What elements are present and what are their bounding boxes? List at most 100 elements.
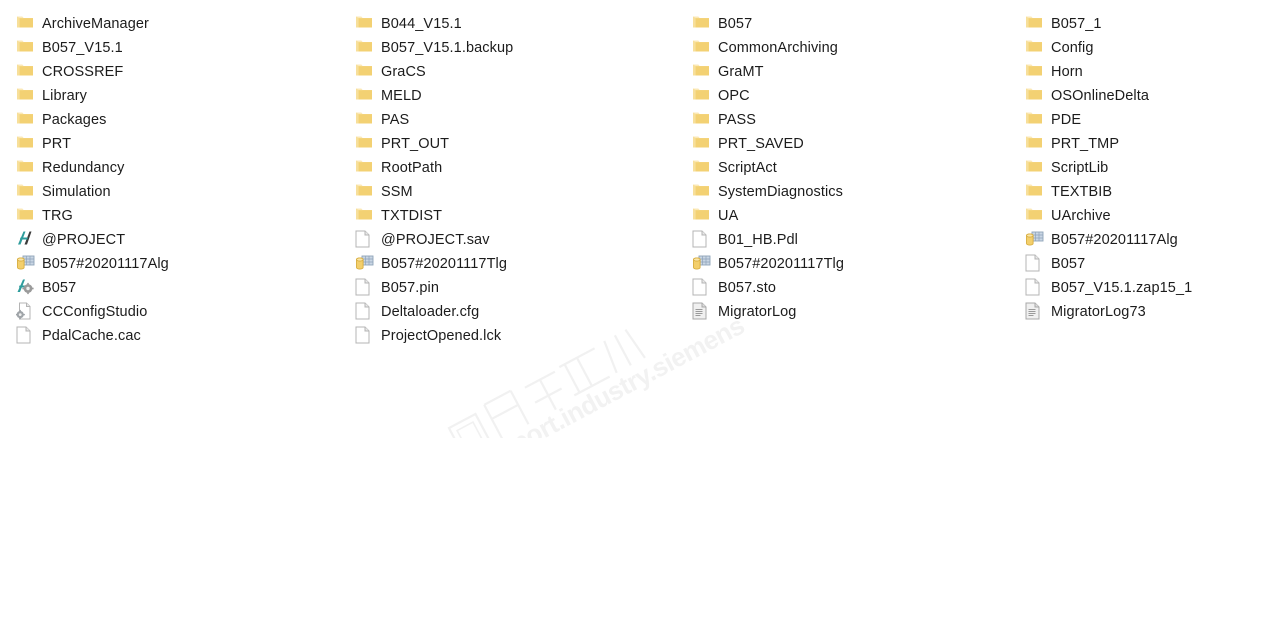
folder-list-item[interactable]: GraMT xyxy=(692,60,1022,84)
folder-icon xyxy=(692,14,710,34)
file-item-label: OPC xyxy=(718,88,750,104)
folder-list-item[interactable]: PDE xyxy=(1025,108,1275,132)
folder-list-item[interactable]: MELD xyxy=(355,84,685,108)
folder-icon xyxy=(355,62,373,82)
file-item-label: UArchive xyxy=(1051,208,1111,224)
document-gear-icon xyxy=(16,302,34,322)
file-item-label: @PROJECT xyxy=(42,232,126,248)
file-list-item[interactable]: B057#20201117Tlg xyxy=(355,252,685,276)
file-item-label: B057_1 xyxy=(1051,16,1102,32)
folder-list-item[interactable]: SystemDiagnostics xyxy=(692,180,1022,204)
folder-list-item[interactable]: PRT_SAVED xyxy=(692,132,1022,156)
folder-list-item[interactable]: PAS xyxy=(355,108,685,132)
folder-list-item[interactable]: CROSSREF xyxy=(16,60,346,84)
folder-list-item[interactable]: UArchive xyxy=(1025,204,1275,228)
folder-icon xyxy=(1025,134,1043,154)
folder-icon xyxy=(692,158,710,178)
blank-document-icon xyxy=(355,278,373,298)
file-item-label: MigratorLog73 xyxy=(1051,304,1146,320)
file-item-label: B057 xyxy=(42,280,77,296)
folder-list-item[interactable]: TEXTBIB xyxy=(1025,180,1275,204)
file-list-item[interactable]: B057#20201117Alg xyxy=(1025,228,1275,252)
log-document-icon xyxy=(1025,302,1043,322)
file-item-label: B057 xyxy=(718,16,753,32)
file-list-item[interactable]: B057 xyxy=(16,276,346,300)
file-item-label: ScriptLib xyxy=(1051,160,1109,176)
file-item-label: Horn xyxy=(1051,64,1083,80)
folder-list-item[interactable]: UA xyxy=(692,204,1022,228)
file-list-item[interactable]: @PROJECT xyxy=(16,228,346,252)
file-item-label: B057#20201117Alg xyxy=(1051,232,1178,248)
file-item-label: PRT_OUT xyxy=(381,136,450,152)
file-item-label: TXTDIST xyxy=(381,208,443,224)
file-item-label: CCConfigStudio xyxy=(42,304,148,320)
file-list-item[interactable]: Deltaloader.cfg xyxy=(355,300,685,324)
file-list-item[interactable]: B057#20201117Tlg xyxy=(692,252,1022,276)
folder-list-item[interactable]: TRG xyxy=(16,204,346,228)
folder-icon xyxy=(355,158,373,178)
folder-list-item[interactable]: B057_1 xyxy=(1025,12,1275,36)
folder-list-item[interactable]: PRT_OUT xyxy=(355,132,685,156)
folder-list-item[interactable]: Library xyxy=(16,84,346,108)
file-list-item[interactable]: B057#20201117Alg xyxy=(16,252,346,276)
file-list-item[interactable]: B01_HB.Pdl xyxy=(692,228,1022,252)
folder-list-item[interactable]: ArchiveManager xyxy=(16,12,346,36)
folder-icon xyxy=(1025,86,1043,106)
file-item-label: Packages xyxy=(42,112,107,128)
file-list-item[interactable]: B057.sto xyxy=(692,276,1022,300)
file-explorer-pane: support.industry.siemens ArchiveManager B… xyxy=(0,0,1280,643)
file-item-label: B057 xyxy=(1051,256,1086,272)
folder-list-item[interactable]: B044_V15.1 xyxy=(355,12,685,36)
folder-list-item[interactable]: B057_V15.1.backup xyxy=(355,36,685,60)
file-list-item[interactable]: B057.pin xyxy=(355,276,685,300)
folder-list-item[interactable]: Packages xyxy=(16,108,346,132)
folder-list-item[interactable]: TXTDIST xyxy=(355,204,685,228)
folder-list-item[interactable]: CommonArchiving xyxy=(692,36,1022,60)
file-list-item[interactable]: ProjectOpened.lck xyxy=(355,324,685,348)
file-list-item[interactable]: CCConfigStudio xyxy=(16,300,346,324)
folder-list-item[interactable]: Redundancy xyxy=(16,156,346,180)
file-item-label: TEXTBIB xyxy=(1051,184,1113,200)
blank-document-icon xyxy=(355,230,373,250)
folder-list-item[interactable]: ScriptLib xyxy=(1025,156,1275,180)
folder-list-item[interactable]: PRT_TMP xyxy=(1025,132,1275,156)
file-item-label: RootPath xyxy=(381,160,443,176)
folder-list-item[interactable]: GraCS xyxy=(355,60,685,84)
folder-icon xyxy=(692,110,710,130)
folder-icon xyxy=(16,110,34,130)
file-list-item[interactable]: MigratorLog73 xyxy=(1025,300,1275,324)
folder-list-item[interactable]: ScriptAct xyxy=(692,156,1022,180)
folder-list-item[interactable]: B057 xyxy=(692,12,1022,36)
folder-list-item[interactable]: SSM xyxy=(355,180,685,204)
file-item-label: PAS xyxy=(381,112,410,128)
file-item-label: MigratorLog xyxy=(718,304,797,320)
file-list-item[interactable]: B057 xyxy=(1025,252,1275,276)
file-item-label: CROSSREF xyxy=(42,64,124,80)
folder-list-item[interactable]: PASS xyxy=(692,108,1022,132)
folder-list-item[interactable]: PRT xyxy=(16,132,346,156)
file-item-label: OSOnlineDelta xyxy=(1051,88,1150,104)
file-item-label: ProjectOpened.lck xyxy=(381,328,502,344)
file-list-item[interactable]: PdalCache.cac xyxy=(16,324,346,348)
file-list-item[interactable]: @PROJECT.sav xyxy=(355,228,685,252)
blank-document-icon xyxy=(16,326,34,346)
file-list-item[interactable]: B057_V15.1.zap15_1 xyxy=(1025,276,1275,300)
folder-icon xyxy=(355,206,373,226)
blank-document-icon xyxy=(1025,254,1043,274)
folder-icon xyxy=(1025,158,1043,178)
folder-list-item[interactable]: B057_V15.1 xyxy=(16,36,346,60)
folder-list-item[interactable]: Horn xyxy=(1025,60,1275,84)
wincc-project-icon xyxy=(16,230,34,250)
folder-icon xyxy=(1025,38,1043,58)
folder-list-item[interactable]: Simulation xyxy=(16,180,346,204)
folder-icon xyxy=(1025,182,1043,202)
folder-list-item[interactable]: OPC xyxy=(692,84,1022,108)
file-item-label: ScriptAct xyxy=(718,160,777,176)
folder-list-item[interactable]: Config xyxy=(1025,36,1275,60)
folder-icon xyxy=(355,110,373,130)
file-list-item[interactable]: MigratorLog xyxy=(692,300,1022,324)
folder-icon xyxy=(355,14,373,34)
folder-list-item[interactable]: RootPath xyxy=(355,156,685,180)
folder-icon xyxy=(692,62,710,82)
folder-list-item[interactable]: OSOnlineDelta xyxy=(1025,84,1275,108)
